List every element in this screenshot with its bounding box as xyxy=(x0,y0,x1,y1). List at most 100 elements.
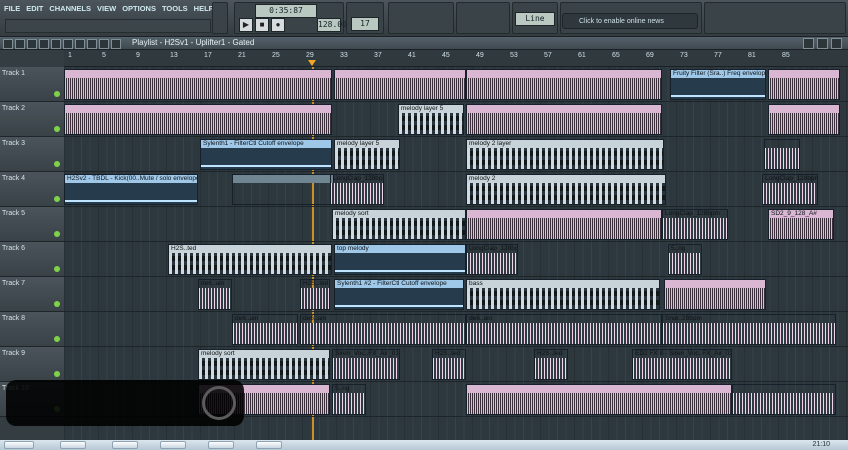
menu-item-channels[interactable]: CHANNELS xyxy=(49,4,91,13)
playlist-clip[interactable]: de6..ain xyxy=(466,314,662,345)
draw-tool-icon[interactable] xyxy=(3,39,13,49)
menu-item-view[interactable]: VIEW xyxy=(97,4,116,13)
playlist-clip[interactable] xyxy=(334,69,466,100)
playlist-clip[interactable]: bass xyxy=(466,279,660,310)
track-header[interactable]: Track 8 xyxy=(0,312,64,347)
playlist-clip[interactable]: Sylenth1 #2 - FilterCtl Cutoff envelope xyxy=(334,279,464,310)
maximize-icon[interactable] xyxy=(817,38,828,49)
track-header[interactable]: Track 3 xyxy=(0,137,64,172)
playlist-clip[interactable]: H2S..ted xyxy=(168,244,332,275)
select-tool-icon[interactable] xyxy=(63,39,73,49)
playlist-clip[interactable]: SD2_9_128_A# xyxy=(768,209,834,240)
playlist-clip[interactable]: LongClap_128bpm xyxy=(466,244,518,275)
playlist-clip[interactable]: LongClap_128bpm xyxy=(762,174,818,205)
zoom-tool-icon[interactable] xyxy=(75,39,85,49)
track-led-icon[interactable] xyxy=(54,161,60,167)
track-header[interactable]: Track 2 xyxy=(0,102,64,137)
playlist-clip[interactable]: 5..ng xyxy=(332,384,366,415)
close-icon[interactable] xyxy=(831,38,842,49)
track-led-icon[interactable] xyxy=(54,126,60,132)
playlist-clip[interactable] xyxy=(664,279,766,310)
menu-item-edit[interactable]: EDIT xyxy=(26,4,43,13)
tempo-display[interactable]: 128.000 xyxy=(317,18,352,32)
playlist-clip[interactable]: ED2 FX 8 - Siren_Voc..FX_Air_01 xyxy=(632,349,732,380)
playlist-clip[interactable]: top melody xyxy=(334,244,466,275)
slice-tool-icon[interactable] xyxy=(51,39,61,49)
track-led-icon[interactable] xyxy=(54,196,60,202)
timeline-ruler[interactable]: 1 5 9 13 17 21 25 29 33 37 41 45 49 53 57 61 65 69 73 77 81 8… xyxy=(64,50,848,67)
track-header[interactable]: Track 7 xyxy=(0,277,64,312)
playlist-clip[interactable] xyxy=(764,139,800,170)
track-led-icon[interactable] xyxy=(54,336,60,342)
taskbar-chrome-icon[interactable] xyxy=(112,441,138,449)
snap-icon[interactable] xyxy=(99,39,109,49)
track-led-icon[interactable] xyxy=(54,91,60,97)
playlist-clip[interactable] xyxy=(64,104,332,135)
playlist-clip[interactable]: de6..ain xyxy=(232,314,298,345)
playlist-clip[interactable]: Fruity Filter (Sra..) Freq envelope xyxy=(670,69,766,100)
menu-item-options[interactable]: OPTIONS xyxy=(122,4,156,13)
playlist-clip[interactable] xyxy=(466,209,662,240)
playlist-clip[interactable]: H2S..ted xyxy=(300,279,330,310)
taskbar-browser-icon[interactable] xyxy=(160,441,186,449)
menu-item-tools[interactable]: TOOLS xyxy=(162,4,188,13)
minimize-icon[interactable] xyxy=(803,38,814,49)
playlist-clip[interactable]: melody 2 layer xyxy=(466,139,664,170)
playlist-clip[interactable] xyxy=(466,104,662,135)
playlist-clip[interactable] xyxy=(768,104,840,135)
clip-label xyxy=(665,280,765,288)
online-news-button[interactable]: Click to enable online news xyxy=(562,13,698,29)
playlist-clip[interactable] xyxy=(768,69,840,100)
mute-tool-icon[interactable] xyxy=(39,39,49,49)
playlist-clip[interactable] xyxy=(466,384,732,415)
playlist-clip[interactable]: Siren_Voc..FX_Air_01 xyxy=(332,349,400,380)
playlist-clip[interactable]: Snar..28bpm xyxy=(662,314,836,345)
playlist-clip[interactable]: Sylenth1 - FilterCtl Cutoff envelope xyxy=(200,139,332,170)
playlist-clip[interactable]: de6..ain xyxy=(198,279,232,310)
playlist-clip[interactable]: LongClap_128bpm xyxy=(330,174,384,205)
track-header[interactable]: Track 4 xyxy=(0,172,64,207)
track-header[interactable]: Track 5 xyxy=(0,207,64,242)
menu-item-help[interactable]: HELP xyxy=(194,4,214,13)
record-button[interactable]: ● xyxy=(271,18,285,32)
playlist-clip[interactable]: melody sort xyxy=(198,349,330,380)
play-button[interactable]: ▶ xyxy=(239,18,253,32)
playlist-clip[interactable]: H2S..ted xyxy=(534,349,568,380)
track-header[interactable]: Track 9 xyxy=(0,347,64,382)
delete-tool-icon[interactable] xyxy=(27,39,37,49)
playhead-marker[interactable] xyxy=(308,60,316,66)
taskbar-explorer-icon[interactable] xyxy=(60,441,86,449)
taskbar-app-icon[interactable] xyxy=(256,441,282,449)
track-header[interactable]: Track 6 xyxy=(0,242,64,277)
playlist-clip[interactable] xyxy=(732,384,836,415)
playlist-clip[interactable]: melody 2 xyxy=(466,174,666,205)
playlist-clip[interactable]: 5..ng xyxy=(668,244,702,275)
track-led-icon[interactable] xyxy=(54,231,60,237)
pattern-selector[interactable]: 17 xyxy=(346,2,384,34)
menu-icon[interactable] xyxy=(111,39,121,49)
playlist-clip[interactable] xyxy=(64,69,332,100)
stop-button[interactable]: ■ xyxy=(255,18,269,32)
clip-label: LongClap_128bpm xyxy=(333,175,383,182)
playlist-clip[interactable]: melody sort xyxy=(332,209,466,240)
menu-item-file[interactable]: FILE xyxy=(4,4,20,13)
playlist-clip[interactable]: LongClap_128bpm xyxy=(662,209,728,240)
playlist-clip[interactable]: melody layer 5 xyxy=(334,139,400,170)
snap-selector[interactable]: Line xyxy=(512,2,558,34)
playlist-clip[interactable]: H2S..ted xyxy=(432,349,466,380)
track-led-icon[interactable] xyxy=(54,371,60,377)
paint-tool-icon[interactable] xyxy=(15,39,25,49)
master-volume-slider[interactable] xyxy=(212,2,228,34)
playlist-clip[interactable] xyxy=(466,69,662,100)
start-button[interactable] xyxy=(4,441,34,449)
clip-label: H2Sv2 - TBDL - Kick(00..Mute / solo enve… xyxy=(65,175,197,183)
playback-tool-icon[interactable] xyxy=(87,39,97,49)
playlist-clip[interactable]: melody layer 5 xyxy=(398,104,464,135)
track-header[interactable]: Track 1 xyxy=(0,67,64,102)
track-led-icon[interactable] xyxy=(54,301,60,307)
taskbar-fl-icon[interactable] xyxy=(208,441,234,449)
playlist-clip[interactable]: de6..ain xyxy=(300,314,466,345)
track-led-icon[interactable] xyxy=(54,266,60,272)
playlist-clip[interactable] xyxy=(232,174,334,205)
playlist-clip[interactable]: H2Sv2 - TBDL - Kick(00..Mute / solo enve… xyxy=(64,174,198,205)
